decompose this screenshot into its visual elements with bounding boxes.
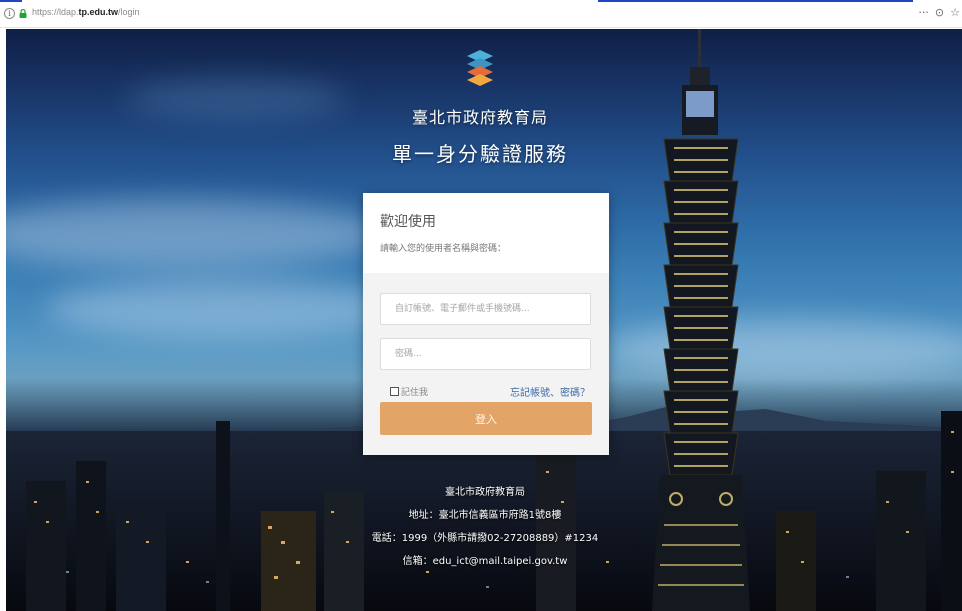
lock-icon xyxy=(19,9,27,18)
cloud xyxy=(6,199,386,269)
footer-contact: 臺北市政府教育局 地址：臺北市信義區市府路1號8樓 電話：1999（外縣市請撥0… xyxy=(360,481,610,573)
service-title: 單一身分驗證服務 xyxy=(392,142,568,166)
login-button[interactable]: 登入 xyxy=(380,402,592,435)
browser-address-bar: i https://ldap.tp.edu.tw/login ··· ⊙ ☆ xyxy=(0,0,962,28)
org-name: 臺北市政府教育局 xyxy=(411,108,548,127)
pocket-icon[interactable]: ⊙ xyxy=(935,6,944,19)
forgot-password-link[interactable]: 忘記帳號、密碼？ xyxy=(510,384,590,399)
more-icon[interactable]: ··· xyxy=(918,6,929,19)
footer-address: 地址：臺北市信義區市府路1號8樓 xyxy=(408,510,562,521)
taipei-101-tower xyxy=(652,29,750,611)
url-text[interactable]: https://ldap.tp.edu.tw/login xyxy=(32,7,140,17)
link-underline xyxy=(0,0,22,2)
checkbox-icon[interactable] xyxy=(390,387,399,396)
star-icon[interactable]: ☆ xyxy=(950,6,960,19)
account-input[interactable] xyxy=(380,293,591,325)
browser-actions: ··· ⊙ ☆ xyxy=(918,6,960,19)
welcome-heading: 歡迎使用 xyxy=(380,214,436,230)
link-underline xyxy=(598,0,913,2)
remember-me-checkbox[interactable]: 記住我 xyxy=(390,385,428,398)
password-input[interactable] xyxy=(380,338,591,370)
footer-email: 信箱：edu_ict@mail.taipei.gov.tw xyxy=(402,556,568,567)
education-bureau-logo-icon xyxy=(467,50,493,86)
cloud xyxy=(46,279,406,339)
footer-org-name: 臺北市政府教育局 xyxy=(445,487,525,498)
info-icon[interactable]: i xyxy=(4,8,15,19)
cloud xyxy=(126,79,346,119)
login-card-header: 歡迎使用 請輸入您的使用者名稱與密碼： xyxy=(363,193,609,273)
remember-me-label: 記住我 xyxy=(401,388,429,398)
login-card: 歡迎使用 請輸入您的使用者名稱與密碼： 記住我 忘記帳號、密碼？ 登入 xyxy=(363,193,609,455)
footer-phone: 電話：1999（外縣市請撥02-27208889）#1234 xyxy=(371,533,599,544)
login-prompt: 請輸入您的使用者名稱與密碼： xyxy=(380,244,507,254)
